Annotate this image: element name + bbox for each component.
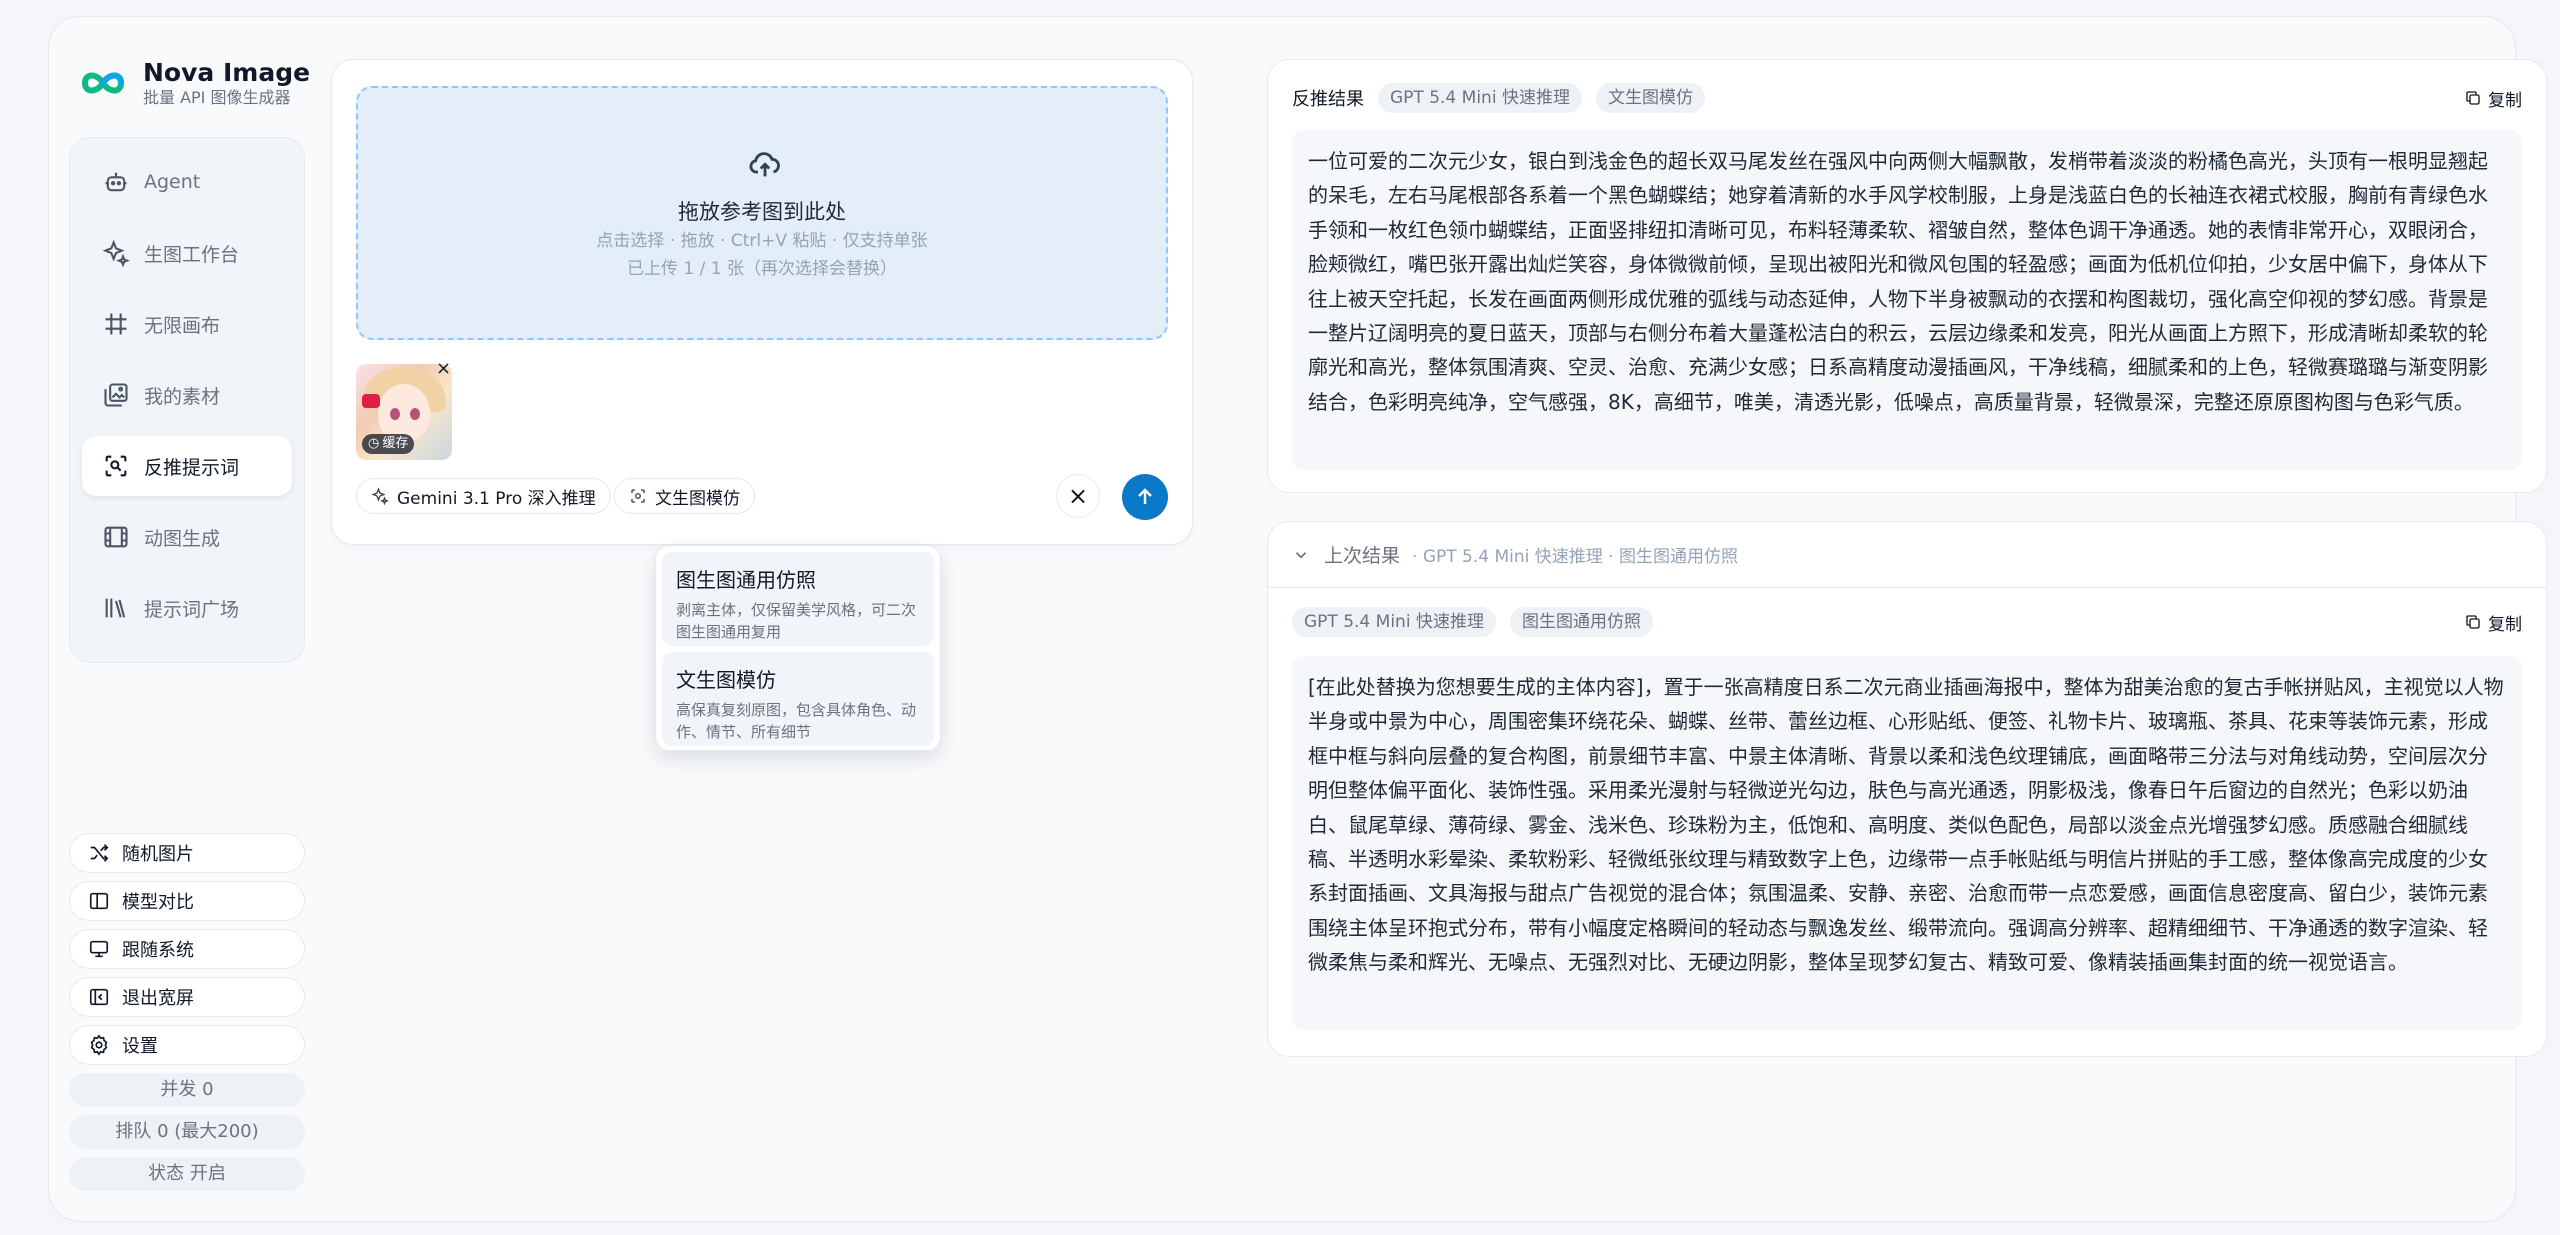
clock-icon: ◷ [368,436,380,451]
previous-result-text: [在此处替换为您想要生成的主体内容]，置于一张高精度日系二次元商业插画海报中，整… [1292,656,2522,1030]
previous-result-header: GPT 5.4 Mini 快速推理 图生图通用仿照 复制 [1292,606,2522,638]
copy-icon [2466,91,2480,105]
exit-widescreen-label: 退出宽屏 [122,988,194,1009]
thumbnail-eye-shape [390,408,400,420]
mode-option-txt2img[interactable]: 文生图模仿 高保真复刻原图，包含具体角色、动作、情节、所有细节 [662,652,934,746]
image-dropzone[interactable]: 拖放参考图到此处 点击选择 · 拖放 · Ctrl+V 粘贴 · 仅支持单张 已… [356,86,1168,340]
clear-button[interactable]: × [1056,474,1100,518]
shuffle-icon [90,844,109,862]
status-stat: 状态 开启 [69,1157,305,1191]
model-compare-button[interactable]: 模型对比 [69,881,305,921]
chevron-down-icon [1295,551,1307,558]
collapse-panel-icon [89,988,109,1006]
scan-icon [105,455,127,477]
previous-mode-tag: 图生图通用仿照 [1509,607,1653,637]
previous-result-title: 上次结果 [1324,545,1401,567]
result-label: 反推结果 [1292,89,1364,110]
upload-card: 拖放参考图到此处 点击选择 · 拖放 · Ctrl+V 粘贴 · 仅支持单张 已… [331,59,1193,545]
concurrency-stat: 并发 0 [69,1073,305,1107]
sidebar-item-animation[interactable]: 动图生成 [82,507,292,567]
monitor-icon [89,940,109,958]
cache-badge-label: 缓存 [382,436,409,451]
model-select-chip[interactable]: Gemini 3.1 Pro 深入推理 [356,478,611,514]
mode-option-title: 图生图通用仿照 [676,568,816,592]
mode-dropdown: 图生图通用仿照 剥离主体，仅保留美学风格，可二次图生图通用复用 文生图模仿 高保… [655,545,941,751]
sidebar-bottom: 随机图片 模型对比 跟随系统 退出宽屏 设置 并发 0 排队 0 (最大200)… [69,833,305,1191]
gallery-icon [104,383,128,407]
brand-subtitle: 批量 API 图像生成器 [143,88,291,107]
sidebar-item-label: 生图工作台 [144,243,240,266]
sidebar-item-label: 提示词广场 [144,598,240,621]
arrow-up-icon [1138,488,1152,504]
model-compare-label: 模型对比 [122,892,194,913]
sidebar-item-canvas[interactable]: 无限画布 [82,294,292,354]
random-image-button[interactable]: 随机图片 [69,833,305,873]
copy-label: 复制 [2488,90,2522,111]
mode-select-label: 文生图模仿 [655,488,740,509]
result-header: 反推结果 GPT 5.4 Mini 快速推理 文生图模仿 复制 [1292,82,2522,114]
sidebar-item-label: Agent [144,171,201,193]
result-text: 一位可爱的二次元少女，银白到浅金色的超长双马尾发丝在强风中向两侧大幅飘散，发梢带… [1292,130,2522,470]
thumbnail-bow-shape [362,394,380,408]
exit-widescreen-button[interactable]: 退出宽屏 [69,977,305,1017]
sidebar-item-label: 动图生成 [144,527,221,550]
brand-name: Nova Image [143,58,311,87]
dropzone-hint: 点击选择 · 拖放 · Ctrl+V 粘贴 · 仅支持单张 [596,231,928,251]
sidebar-item-label: 我的素材 [144,385,221,408]
random-image-label: 随机图片 [122,844,194,865]
copy-label: 复制 [2488,614,2522,635]
settings-label: 设置 [122,1036,158,1057]
sidebar-nav: Agent 生图工作台 无限画布 我的素材 反推提示词 动图生成 提示词广场 [69,137,305,663]
sidebar-item-label: 无限画布 [144,314,221,337]
previous-result-toggle[interactable]: 上次结果 · GPT 5.4 Mini 快速推理 · 图生图通用仿照 [1268,522,2546,588]
upload-count: 已上传 1 / 1 张（再次选择会替换） [627,259,897,279]
remove-image-close-icon[interactable]: × [436,360,454,378]
queue-stat: 排队 0 (最大200) [69,1115,305,1149]
copy-icon [2466,615,2480,629]
model-select-label: Gemini 3.1 Pro 深入推理 [397,488,596,509]
result-mode-tag: 文生图模仿 [1595,83,1705,113]
cloud-upload-icon [749,152,780,177]
sidebar-item-workbench[interactable]: 生图工作台 [82,223,292,283]
result-model-tag: GPT 5.4 Mini 快速推理 [1378,83,1582,113]
theme-system-label: 跟随系统 [122,940,194,961]
sidebar-item-reverse-prompt[interactable]: 反推提示词 [82,436,292,496]
mode-option-title: 文生图模仿 [676,668,776,692]
previous-model-tag: GPT 5.4 Mini 快速推理 [1292,607,1496,637]
robot-icon [105,172,127,192]
sparkle-icon [371,487,389,505]
canvas-icon [105,313,127,335]
sidebar-item-prompt-plaza[interactable]: 提示词广场 [82,578,292,638]
library-icon [105,598,126,618]
theme-system-button[interactable]: 跟随系统 [69,929,305,969]
result-panel: 反推结果 GPT 5.4 Mini 快速推理 文生图模仿 复制 一位可爱的二次元… [1267,59,2547,493]
mode-option-desc: 高保真复刻原图，包含具体角色、动作、情节、所有细节 [676,701,917,741]
submit-button[interactable] [1122,474,1168,520]
columns-icon [89,892,109,910]
brand: Nova Image 批量 API 图像生成器 [79,53,329,113]
sidebar-item-agent[interactable]: Agent [82,152,292,212]
previous-result-meta: · GPT 5.4 Mini 快速推理 · 图生图通用仿照 [1412,547,1738,567]
copy-result-button[interactable]: 复制 [2464,86,2522,111]
dropzone-title: 拖放参考图到此处 [678,200,846,224]
thumbnail-eye-shape [410,408,420,420]
mode-option-img2img[interactable]: 图生图通用仿照 剥离主体，仅保留美学风格，可二次图生图通用复用 [662,552,934,646]
sidebar-item-label: 反推提示词 [144,456,240,479]
scan-icon [631,489,645,503]
copy-previous-button[interactable]: 复制 [2464,610,2522,635]
app-window: Nova Image 批量 API 图像生成器 Agent 生图工作台 无限画布… [48,16,2547,1222]
sparkle-icon [102,239,130,267]
previous-result-panel: 上次结果 · GPT 5.4 Mini 快速推理 · 图生图通用仿照 GPT 5… [1267,521,2547,1057]
mode-option-desc: 剥离主体，仅保留美学风格，可二次图生图通用复用 [676,601,917,641]
film-icon [104,526,128,548]
mode-select-chip[interactable]: 文生图模仿 [614,478,755,514]
gear-icon [90,1034,108,1056]
sidebar-item-assets[interactable]: 我的素材 [82,365,292,425]
infinity-logo-icon [81,72,125,94]
settings-button[interactable]: 设置 [69,1025,305,1065]
cache-badge: ◷ 缓存 [362,434,415,454]
